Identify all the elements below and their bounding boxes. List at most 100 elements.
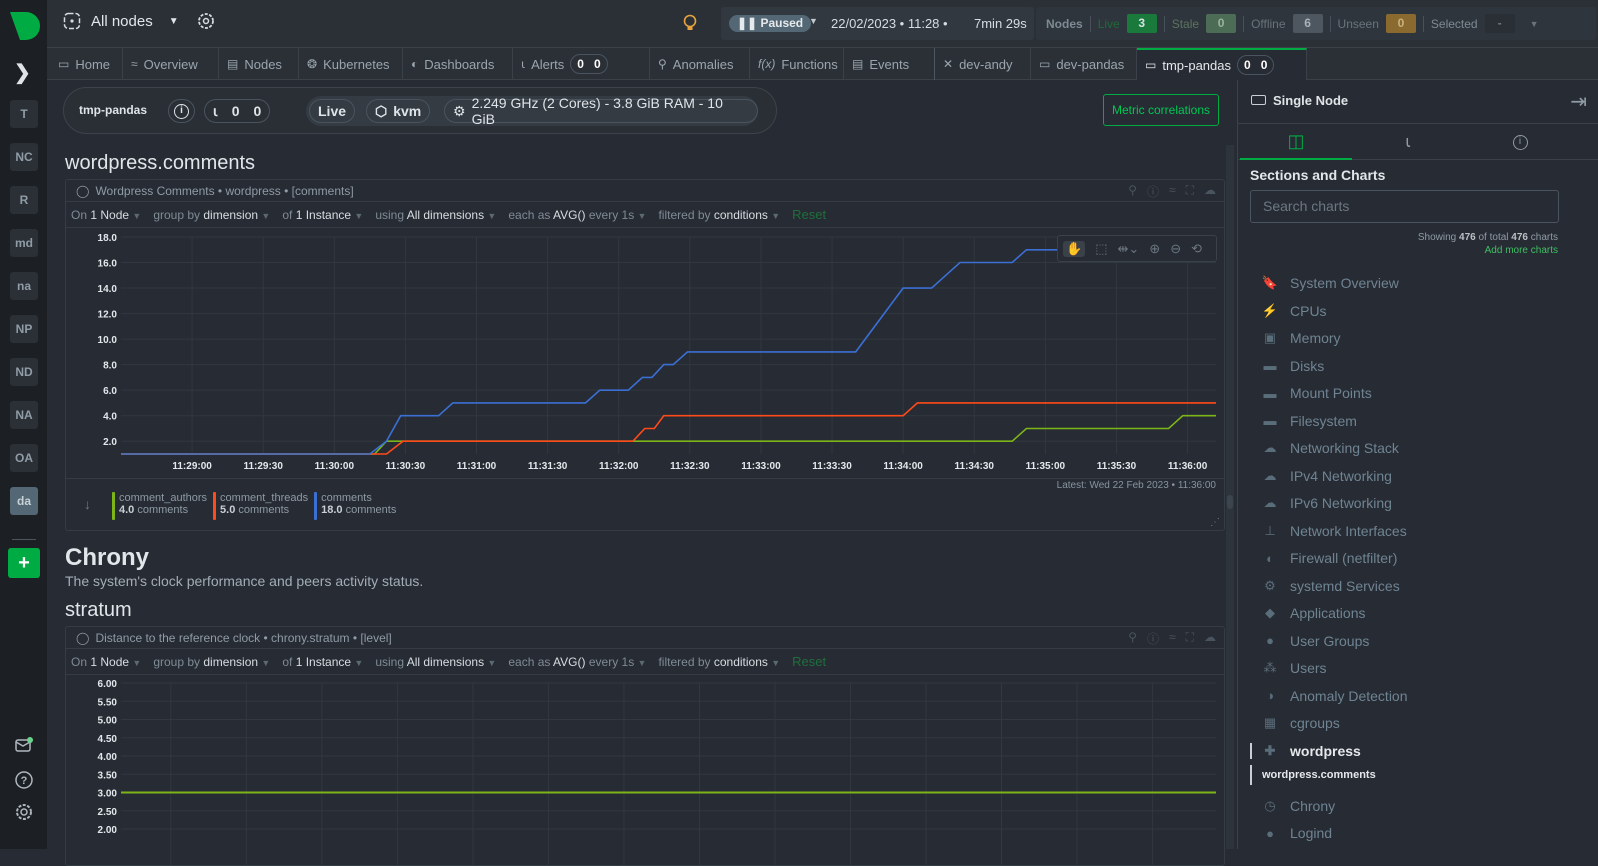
conditions-filter[interactable]: filtered by conditions ▼ [658, 208, 780, 222]
legend-item[interactable]: comment_authors 4.0 comments [112, 492, 207, 520]
space-button[interactable]: na [10, 272, 38, 300]
space-button[interactable]: da [10, 487, 38, 515]
info-icon[interactable]: ⓘ [1147, 183, 1159, 200]
duration[interactable]: 7min 29s [974, 16, 1027, 31]
space-button[interactable]: NA [10, 401, 38, 429]
add-more-charts-link[interactable]: Add more charts [1485, 245, 1558, 256]
toc-item-mount-points[interactable]: ▬ Mount Points [1262, 385, 1372, 401]
mail-icon[interactable] [14, 735, 34, 755]
space-button[interactable]: ND [10, 358, 38, 386]
conditions-filter[interactable]: filtered by conditions ▼ [658, 655, 780, 669]
toc-item-anomaly-detection[interactable]: ◑ Anomaly Detection [1262, 688, 1407, 704]
select-area-icon[interactable]: ⬚ [1095, 241, 1107, 257]
line-chart-icon[interactable]: ≈ [1169, 183, 1176, 200]
toc-item-memory[interactable]: ▣ Memory [1262, 330, 1341, 346]
pan-icon[interactable]: ✋ [1063, 240, 1086, 257]
expand-sidebar-icon[interactable]: ❯ [14, 60, 31, 85]
group-by-filter[interactable]: group by dimension ▼ [153, 655, 270, 669]
tab-home[interactable]: ▭ Home [50, 48, 123, 80]
close-icon[interactable]: ✕ [943, 57, 953, 71]
toc-item-logind[interactable]: ● Logind [1262, 825, 1332, 841]
toc-item-disks[interactable]: ▬ Disks [1262, 358, 1325, 374]
instances-filter[interactable]: of 1 Instance ▼ [282, 208, 363, 222]
nodes-filter[interactable]: On 1 Node ▼ [71, 655, 141, 669]
dimensions-filter[interactable]: using All dimensions ▼ [375, 655, 496, 669]
settings-icon[interactable] [14, 802, 34, 822]
play-pause-button[interactable]: ❚❚ Paused [729, 15, 812, 32]
help-icon[interactable]: ? [14, 770, 34, 790]
toc-item-system-overview[interactable]: 🔖 System Overview [1262, 275, 1399, 291]
info-icon[interactable]: ⓘ [1147, 630, 1159, 647]
date-range[interactable]: 22/02/2023 • 11:28 • [831, 16, 948, 31]
group-by-filter[interactable]: group by dimension ▼ [153, 208, 270, 222]
add-space-button[interactable]: + [8, 548, 40, 578]
chevron-down-icon[interactable]: ▼ [169, 16, 179, 27]
tab-nodes[interactable]: ▤ Nodes [219, 48, 299, 80]
room-settings-icon[interactable] [197, 12, 215, 30]
live-badge[interactable]: Live [309, 99, 356, 123]
chart-canvas[interactable]: 2.00 2.50 3.00 3.50 4.00 4.50 5.00 5.50 6.00 [66, 676, 1226, 866]
tab-alerts[interactable]: ⍳ Alerts 0 0 [513, 48, 650, 80]
line-chart-icon[interactable]: ≈ [1169, 630, 1176, 647]
reset-zoom-icon[interactable]: ⟲ [1191, 241, 1202, 257]
tab-dev-pandas[interactable]: ▭ dev-pandas [1031, 48, 1137, 80]
aggregation-filter[interactable]: each as AVG() every 1s ▼ [508, 208, 646, 222]
zoom-in-icon[interactable]: ⊕ [1149, 241, 1160, 257]
netdata-logo[interactable] [8, 10, 40, 42]
space-button[interactable]: T [10, 100, 38, 128]
collapse-panel-icon[interactable]: ⇥ [1570, 89, 1587, 114]
dimensions-filter[interactable]: using All dimensions ▼ [375, 208, 496, 222]
chart-canvas[interactable]: 2.0 4.0 6.0 8.0 10.0 12.0 14.0 16.0 18.0 11:29:00… [66, 229, 1226, 479]
toc-item-firewall-netfilter[interactable]: ◐ Firewall (netfilter) [1262, 550, 1397, 566]
toc-item-applications[interactable]: ◆ Applications [1262, 605, 1366, 621]
legend-item[interactable]: comment_threads 5.0 comments [213, 492, 308, 520]
specs-badge[interactable]: ⚙ 2.249 GHz (2 Cores) - 3.8 GiB RAM - 10 … [444, 95, 758, 127]
tab-anomalies[interactable]: ⚲ Anomalies [650, 48, 750, 80]
toc-item-filesystem[interactable]: ▬ Filesystem [1262, 413, 1357, 429]
space-button[interactable]: OA [10, 444, 38, 472]
nodes-filter[interactable]: On 1 Node ▼ [71, 208, 141, 222]
scrollbar-thumb[interactable] [1227, 495, 1233, 509]
toc-item-network-interfaces[interactable]: ⊥ Network Interfaces [1262, 523, 1406, 539]
virtualization-badge[interactable]: ⬡ kvm [366, 99, 431, 123]
zoom-search-icon[interactable]: ⚲ [1128, 183, 1137, 200]
aggregation-filter[interactable]: each as AVG() every 1s ▼ [508, 655, 646, 669]
fullscreen-icon[interactable]: ⛶ [1186, 183, 1194, 200]
toc-item-wordpress[interactable]: ✚ wordpress [1250, 742, 1361, 759]
zoom-out-icon[interactable]: ⊖ [1170, 241, 1181, 257]
toc-item-users[interactable]: ⁂ Users [1262, 660, 1327, 676]
tab-charts[interactable]: ◫ [1240, 124, 1352, 160]
add-to-dashboard-icon[interactable]: ☁ [1204, 630, 1216, 647]
add-to-dashboard-icon[interactable]: ☁ [1204, 183, 1216, 200]
highlight-icon[interactable]: ⇹⌄ [1117, 241, 1139, 257]
space-button[interactable]: R [10, 186, 38, 214]
space-button[interactable]: NC [10, 143, 38, 171]
space-button[interactable]: NP [10, 315, 38, 343]
toc-item-networking-stack[interactable]: ☁ Networking Stack [1262, 440, 1399, 456]
room-selector[interactable]: All nodes ▼ [63, 12, 215, 30]
tab-dashboards[interactable]: ◐ Dashboards [403, 48, 513, 80]
fullscreen-icon[interactable]: ⛶ [1186, 630, 1194, 647]
reset-button[interactable]: Reset [792, 207, 826, 222]
tab-events[interactable]: ▤ Events [844, 48, 935, 80]
chevron-down-icon[interactable]: ▼ [1530, 19, 1539, 29]
toc-item-ipv4-networking[interactable]: ☁ IPv4 Networking [1262, 468, 1392, 484]
reset-button[interactable]: Reset [792, 654, 826, 669]
chevron-down-icon[interactable]: ▼ [809, 16, 818, 26]
toc-item-user-groups[interactable]: ● User Groups [1262, 633, 1369, 649]
instances-filter[interactable]: of 1 Instance ▼ [282, 655, 363, 669]
node-alerts-button[interactable]: ⍳ 0 0 [204, 99, 271, 123]
nodes-status[interactable]: Nodes Live 3 Stale 0 Offline 6 Unseen 0 … [1036, 7, 1596, 40]
tab-info[interactable]: i [1464, 124, 1576, 160]
space-button[interactable]: md [10, 229, 38, 257]
tab-overview[interactable]: ≈ Overview [123, 48, 219, 80]
tab-functions[interactable]: f(x) Functions [750, 48, 844, 80]
node-info-button[interactable]: i [168, 99, 195, 123]
metric-correlations-button[interactable]: Metric correlations [1103, 94, 1219, 126]
search-charts-input[interactable]: Search charts [1250, 190, 1559, 223]
toc-subitem[interactable]: wordpress.comments [1250, 764, 1376, 785]
tab-alerts[interactable]: ⍳ [1352, 124, 1464, 160]
zoom-search-icon[interactable]: ⚲ [1128, 630, 1137, 647]
lightbulb-icon[interactable] [682, 14, 698, 32]
toc-item-cgroups[interactable]: ▦ cgroups [1262, 715, 1340, 731]
